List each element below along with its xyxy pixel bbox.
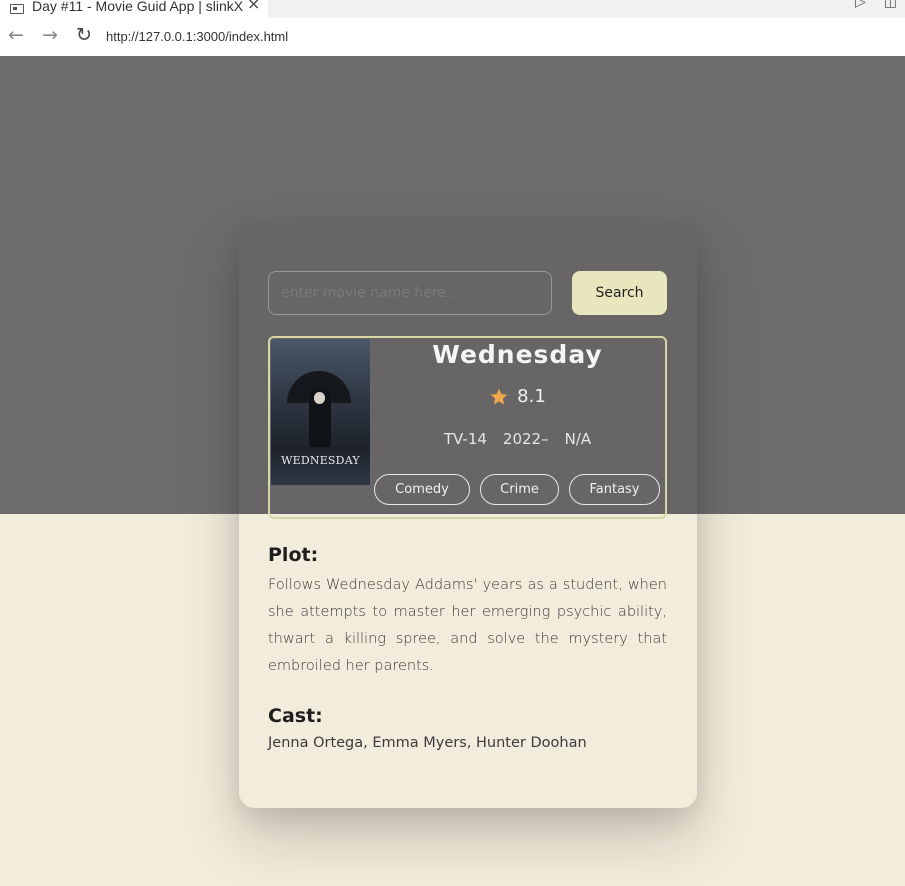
movie-info-box: WEDNESDAY Wednesday 8.1 TV-14 2022– N/A … [268, 336, 667, 519]
genre-tag: Comedy [374, 474, 470, 505]
tab-title: Day #11 - Movie Guid App | slinkX [32, 0, 244, 14]
search-input[interactable] [268, 271, 552, 315]
url-field[interactable]: http://127.0.0.1:3000/index.html [106, 29, 288, 44]
split-view-icon[interactable]: ◫ [884, 0, 897, 10]
address-bar: ← → ↻ http://127.0.0.1:3000/index.html [0, 18, 905, 56]
plot-text: Follows Wednesday Addams' years as a stu… [268, 577, 667, 674]
genre-tag: Fantasy [569, 474, 660, 505]
search-button[interactable]: Search [572, 271, 667, 315]
cast-heading: Cast: [268, 705, 323, 727]
genre-tag: Crime [480, 474, 559, 505]
play-icon[interactable]: ▷ [855, 0, 866, 10]
genre-list: Comedy Crime Fantasy [374, 474, 660, 505]
window-icon [10, 4, 24, 14]
poster-title: WEDNESDAY [281, 454, 360, 467]
runtime-label: N/A [564, 430, 592, 448]
movie-title: Wednesday [432, 340, 603, 369]
forward-arrow-icon[interactable]: → [42, 24, 58, 46]
star-icon [490, 388, 508, 404]
rating-value: 8.1 [517, 386, 546, 407]
reload-icon[interactable]: ↻ [76, 24, 92, 46]
page: Search WEDNESDAY Wednesday 8.1 TV-14 202… [0, 56, 905, 886]
year-label: 2022– [502, 430, 549, 448]
poster-face [314, 392, 325, 404]
rating: 8.1 [370, 386, 665, 407]
plot-heading: Plot: [268, 544, 319, 566]
browser-tab[interactable]: Day #11 - Movie Guid App | slinkX × [0, 0, 268, 18]
tab-close-icon[interactable]: × [247, 0, 260, 13]
movie-poster: WEDNESDAY [271, 339, 370, 485]
back-arrow-icon[interactable]: ← [8, 24, 24, 46]
rated-label: TV-14 [443, 430, 487, 448]
cast-text: Jenna Ortega, Emma Myers, Hunter Doohan [268, 735, 587, 751]
movie-card: Search WEDNESDAY Wednesday 8.1 TV-14 202… [239, 222, 697, 808]
movie-meta: TV-14 2022– N/A [370, 430, 665, 448]
window-controls: ▷ ◫ [855, 0, 897, 10]
browser-tabbar: Day #11 - Movie Guid App | slinkX × ▷ ◫ [0, 0, 905, 18]
